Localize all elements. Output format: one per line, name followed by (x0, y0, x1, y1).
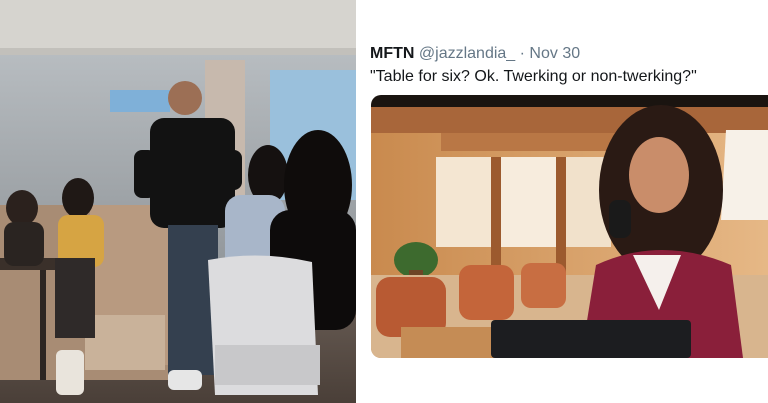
tweet-author-name[interactable]: MFTN (370, 45, 414, 62)
tweet-media-image[interactable] (371, 95, 768, 358)
tweet-author-handle[interactable]: @jazzlandia_ (419, 45, 515, 62)
tweet: MFTN @jazzlandia_ · Nov 30 "Table for si… (356, 0, 768, 403)
tweet-text: "Table for six? Ok. Twerking or non-twer… (370, 68, 697, 85)
tweet-header: MFTN @jazzlandia_ · Nov 30 (370, 45, 580, 63)
restaurant-photo (0, 0, 356, 403)
tweet-separator: · (519, 45, 525, 62)
tweet-date[interactable]: Nov 30 (529, 45, 580, 62)
